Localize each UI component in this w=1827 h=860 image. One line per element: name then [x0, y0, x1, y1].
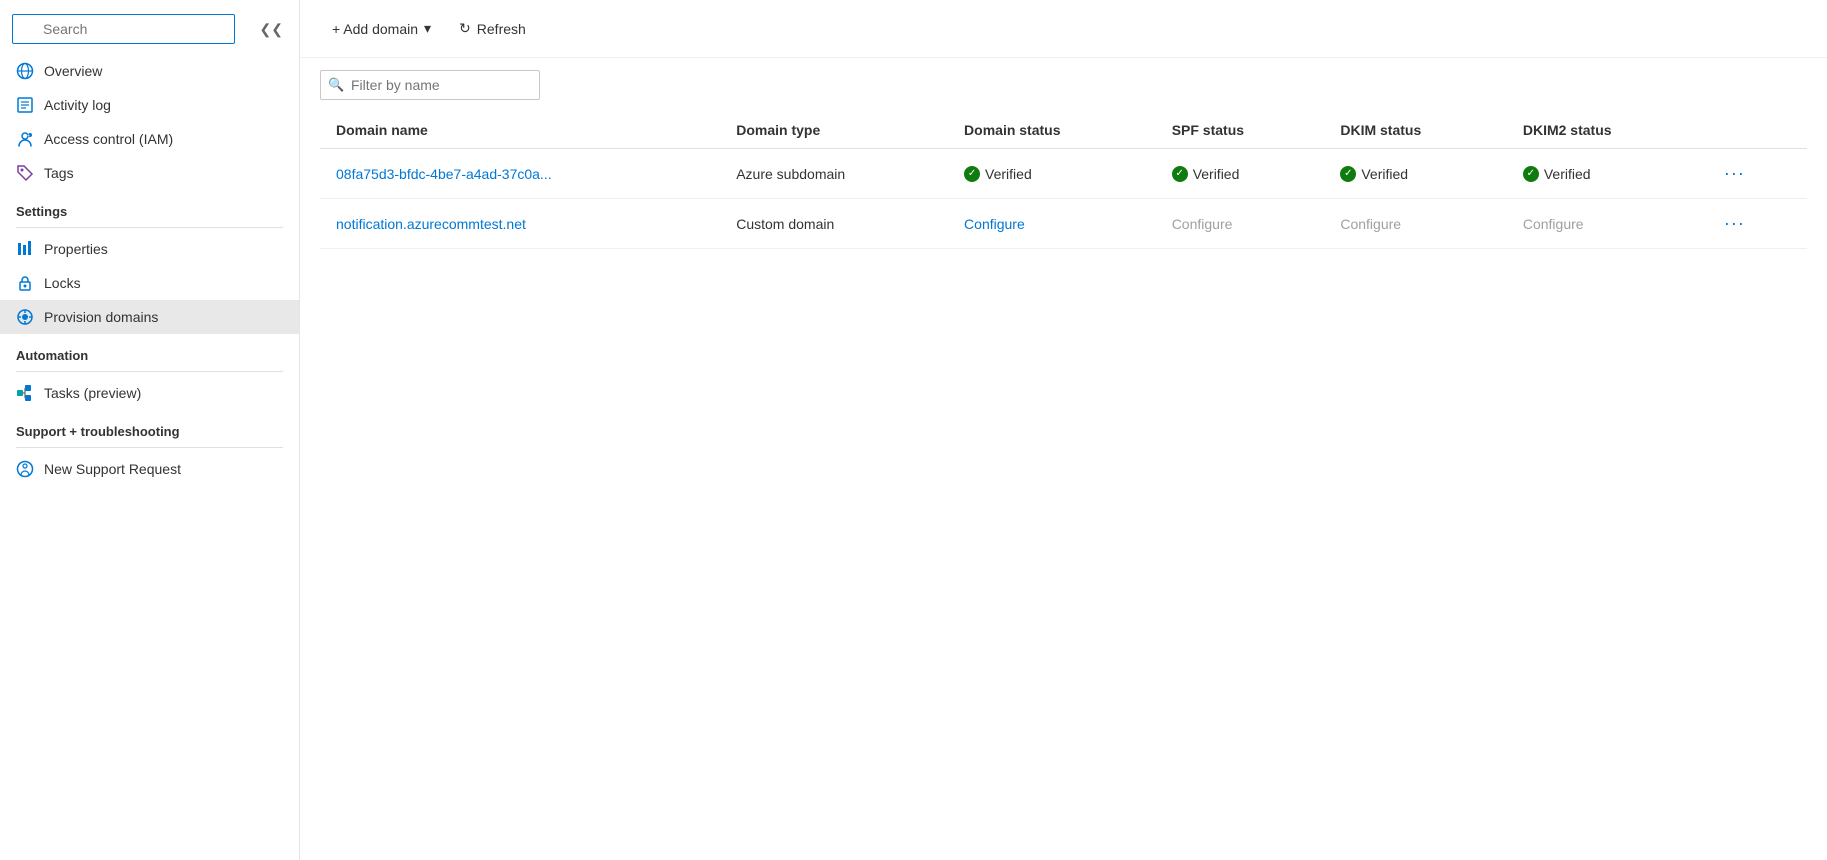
settings-section-header: Settings [0, 190, 299, 223]
search-wrapper: 🔍 [12, 14, 250, 44]
table-header: Domain name Domain type Domain status SP… [320, 112, 1807, 149]
domain-name-link[interactable]: 08fa75d3-bfdc-4be7-a4ad-37c0a... [336, 166, 552, 182]
dkim2-configure: Configure [1523, 216, 1584, 232]
cell-dkim2-status: Configure [1507, 199, 1702, 249]
sidebar-item-iam[interactable]: + Access control (IAM) [0, 122, 299, 156]
more-actions-button[interactable]: ··· [1718, 211, 1751, 236]
cell-dkim-status: ✓Verified [1324, 149, 1506, 199]
add-domain-dropdown-icon: ▾ [424, 20, 431, 37]
cell-domain-name: notification.azurecommtest.net [320, 199, 720, 249]
table-row: notification.azurecommtest.net Custom dom… [320, 199, 1807, 249]
col-domain-name: Domain name [320, 112, 720, 149]
table-body: 08fa75d3-bfdc-4be7-a4ad-37c0a... Azure su… [320, 149, 1807, 249]
sidebar-item-overview-label: Overview [44, 63, 102, 79]
cell-domain-status: Configure [948, 199, 1156, 249]
automation-divider [16, 371, 283, 372]
configure-link[interactable]: Configure [964, 216, 1025, 232]
cell-spf-status: ✓Verified [1156, 149, 1325, 199]
cell-domain-status: ✓Verified [948, 149, 1156, 199]
check-icon: ✓ [1523, 166, 1539, 182]
cell-more-actions: ··· [1702, 149, 1807, 199]
col-domain-type: Domain type [720, 112, 948, 149]
refresh-button[interactable]: ↻ Refresh [447, 14, 538, 43]
cell-spf-status: Configure [1156, 199, 1325, 249]
sidebar-item-tasks[interactable]: Tasks (preview) [0, 376, 299, 410]
col-actions [1702, 112, 1807, 149]
check-icon: ✓ [1172, 166, 1188, 182]
tasks-icon [16, 384, 34, 402]
sidebar-item-tags-label: Tags [44, 165, 74, 181]
cell-domain-name: 08fa75d3-bfdc-4be7-a4ad-37c0a... [320, 149, 720, 199]
person-icon: + [16, 130, 34, 148]
sidebar-item-new-support[interactable]: New Support Request [0, 452, 299, 486]
tag-icon [16, 164, 34, 182]
add-domain-label: + Add domain [332, 21, 418, 37]
support-icon [16, 460, 34, 478]
cell-domain-type: Custom domain [720, 199, 948, 249]
filter-wrapper: 🔍 [320, 70, 540, 100]
sidebar-item-tags[interactable]: Tags [0, 156, 299, 190]
sidebar-search-area: 🔍 ❮❮ [0, 8, 299, 54]
sidebar-item-new-support-label: New Support Request [44, 461, 181, 477]
col-dkim-status: DKIM status [1324, 112, 1506, 149]
verified-status: ✓Verified [964, 166, 1140, 182]
dkim-configure: Configure [1340, 216, 1401, 232]
support-divider [16, 447, 283, 448]
table-container: Domain name Domain type Domain status SP… [300, 112, 1827, 860]
sidebar-item-activity-log[interactable]: Activity log [0, 88, 299, 122]
collapse-button[interactable]: ❮❮ [256, 17, 287, 42]
more-actions-button[interactable]: ··· [1718, 161, 1751, 186]
sidebar-item-locks-label: Locks [44, 275, 81, 291]
lock-icon [16, 274, 34, 292]
refresh-label: Refresh [477, 21, 526, 37]
col-dkim2-status: DKIM2 status [1507, 112, 1702, 149]
domain-name-link[interactable]: notification.azurecommtest.net [336, 216, 526, 232]
search-input[interactable] [12, 14, 235, 44]
sidebar-item-activity-log-label: Activity log [44, 97, 111, 113]
table-row: 08fa75d3-bfdc-4be7-a4ad-37c0a... Azure su… [320, 149, 1807, 199]
automation-section-header: Automation [0, 334, 299, 367]
dkim-verified: ✓Verified [1340, 166, 1490, 182]
check-icon: ✓ [1340, 166, 1356, 182]
filter-bar: 🔍 [300, 58, 1827, 112]
col-domain-status: Domain status [948, 112, 1156, 149]
check-icon: ✓ [964, 166, 980, 182]
spf-verified: ✓Verified [1172, 166, 1309, 182]
support-section-header: Support + troubleshooting [0, 410, 299, 443]
refresh-icon: ↻ [459, 20, 471, 37]
domains-table: Domain name Domain type Domain status SP… [320, 112, 1807, 249]
sidebar-item-properties-label: Properties [44, 241, 108, 257]
sidebar-item-tasks-label: Tasks (preview) [44, 385, 141, 401]
dkim2-verified: ✓Verified [1523, 166, 1686, 182]
spf-configure: Configure [1172, 216, 1233, 232]
sidebar-item-overview[interactable]: Overview [0, 54, 299, 88]
provision-icon [16, 308, 34, 326]
add-domain-button[interactable]: + Add domain ▾ [320, 14, 443, 43]
cell-more-actions: ··· [1702, 199, 1807, 249]
main-content: + Add domain ▾ ↻ Refresh 🔍 Domain name D… [300, 0, 1827, 860]
cell-dkim-status: Configure [1324, 199, 1506, 249]
table-header-row: Domain name Domain type Domain status SP… [320, 112, 1807, 149]
settings-divider [16, 227, 283, 228]
sidebar-item-provision-domains-label: Provision domains [44, 309, 158, 325]
list-icon [16, 96, 34, 114]
col-spf-status: SPF status [1156, 112, 1325, 149]
sidebar-item-locks[interactable]: Locks [0, 266, 299, 300]
sidebar: 🔍 ❮❮ Overview Activity log [0, 0, 300, 860]
bars-icon [16, 240, 34, 258]
svg-text:+: + [27, 133, 30, 139]
toolbar: + Add domain ▾ ↻ Refresh [300, 0, 1827, 58]
cell-domain-type: Azure subdomain [720, 149, 948, 199]
cell-dkim2-status: ✓Verified [1507, 149, 1702, 199]
filter-input[interactable] [320, 70, 540, 100]
sidebar-item-provision-domains[interactable]: Provision domains [0, 300, 299, 334]
sidebar-item-properties[interactable]: Properties [0, 232, 299, 266]
sidebar-item-iam-label: Access control (IAM) [44, 131, 173, 147]
globe-icon [16, 62, 34, 80]
